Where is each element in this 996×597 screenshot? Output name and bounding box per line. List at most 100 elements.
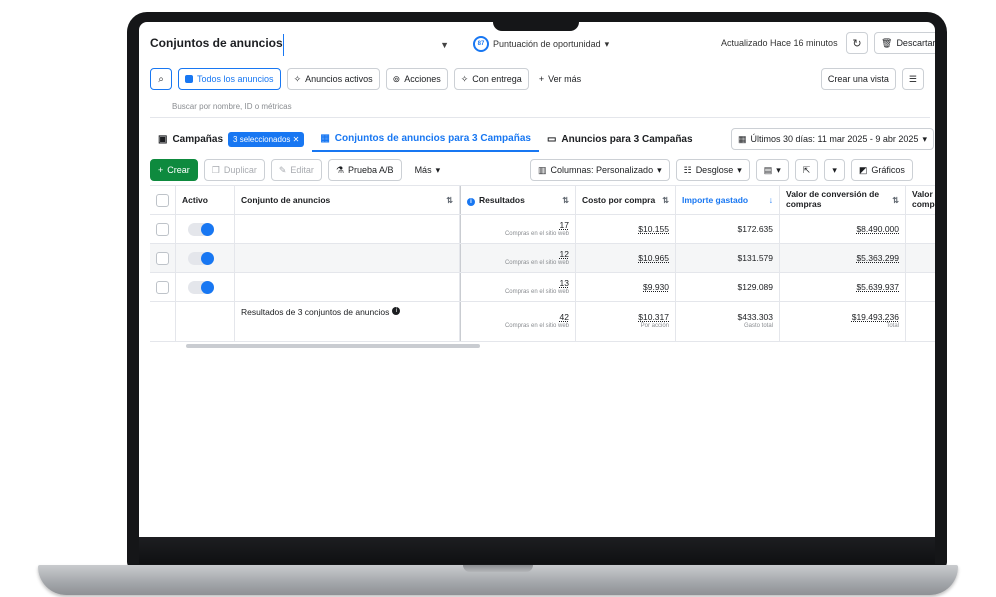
search-icon: ⌕ [158,73,164,85]
results-cell: 13 Compras en el sitio web [460,273,576,301]
sort-icon[interactable]: ⇅ [562,196,569,205]
close-icon[interactable]: ✕ [293,135,300,144]
header-spent-label: Importe gastado [682,195,749,205]
date-range-picker[interactable]: ▦ Últimos 30 días: 11 mar 2025 - 9 abr 2… [731,128,934,150]
charts-label: Gráficos [871,165,905,175]
summary-spacer [150,302,176,341]
breakdown-button[interactable]: ☷ Desglose ▾ [675,159,750,181]
columns-button[interactable]: ▥ Columnas: Personalizado ▾ [530,159,670,181]
filter-active-ads[interactable]: ✧ Anuncios activos [286,68,380,90]
tab-campaigns[interactable]: ▣ Campañas 3 seleccionados ✕ [150,126,312,152]
header-results[interactable]: i Resultados ⇅ [460,186,576,214]
spent-value: $172.635 [737,223,773,234]
search-button[interactable]: ⌕ [150,68,172,90]
filter-active-ads-label: Anuncios activos [305,74,373,84]
info-icon[interactable]: i [392,307,401,315]
sort-down-icon[interactable]: ↓ [769,195,773,205]
header-next-column[interactable]: Valor comp [906,186,935,214]
horizontal-scrollbar[interactable] [186,344,480,348]
edit-button[interactable]: ✎ Editar [270,159,322,181]
see-more-button[interactable]: + Ver más [535,74,585,84]
table-row[interactable]: 13 Compras en el sitio web $9.930 $129.08… [150,273,935,302]
results-value: 17 [559,219,569,230]
chevron-down-icon: ▾ [435,164,441,175]
duplicate-icon: ❐ [211,164,220,175]
filter-settings-button[interactable]: ☰ [901,68,924,90]
tab-adsets-label: Conjuntos de anuncios para 3 Campañas [334,132,531,144]
header-amount-spent[interactable]: Importe gastado ↓ [676,186,780,214]
adset-name[interactable] [235,244,460,272]
next-cell [906,215,935,243]
sliders-icon: ☰ [908,73,917,84]
summary-spacer [176,302,235,341]
filter-actions[interactable]: ⊚ Acciones [385,68,448,90]
value-value: $8.490.000 [856,223,899,234]
header-cost-per-purchase[interactable]: Costo por compra ⇅ [576,186,676,214]
campaign-dropdown[interactable]: ▼ [283,34,455,56]
camera-notch [493,12,579,31]
adset-name[interactable] [235,273,460,301]
sparkle-icon: ✧ [293,73,302,84]
chevron-down-icon: ▾ [657,164,662,175]
create-view-button[interactable]: Crear una vista [820,68,896,90]
row-checkbox[interactable] [150,244,176,272]
discard-button[interactable]: 🗑 Descartar [874,32,935,54]
table-header: Activo Conjunto de anuncios ⇅ i Resultado… [150,185,935,215]
charts-button[interactable]: ◩ Gráficos [850,159,913,181]
filter-bar: ⌕ Todos los anuncios ✧ Anuncios activos … [150,64,930,94]
summary-label: Resultados de 3 conjuntos de anuncios i [235,302,460,341]
ab-test-label: Prueba A/B [348,165,394,175]
selected-badge[interactable]: 3 seleccionados ✕ [228,131,305,147]
search-input[interactable]: Buscar por nombre, ID o métricas [150,96,930,118]
tab-adsets[interactable]: ▦ Conjuntos de anuncios para 3 Campañas [312,126,539,152]
row-checkbox[interactable] [150,273,176,301]
level-tabs: ▣ Campañas 3 seleccionados ✕ ▦ Conjuntos… [150,126,935,152]
sort-icon[interactable]: ⇅ [446,196,453,205]
date-range-label: Últimos 30 días: 11 mar 2025 - 9 abr 202… [750,134,919,144]
discard-label: Descartar [896,38,935,48]
sort-icon[interactable]: ⇅ [662,196,669,205]
opportunity-score[interactable]: 87 Puntuación de oportunidad ▾ [473,36,609,52]
create-button[interactable]: + Crear [150,159,198,181]
more-button[interactable]: Más ▾ [408,159,448,181]
select-all-checkbox[interactable] [150,186,176,214]
flask-icon: ⚗ [335,164,345,175]
refresh-button[interactable]: ↻ [846,32,868,54]
filter-all-ads-label: Todos los anuncios [197,74,274,84]
export-dropdown[interactable]: ▾ [824,159,845,181]
header-results-label: Resultados [479,194,525,205]
reports-button[interactable]: ▤ ▾ [755,159,789,181]
filter-with-delivery[interactable]: ✧ Con entrega [453,68,529,90]
ab-test-button[interactable]: ⚗ Prueba A/B [327,159,402,181]
calendar-icon: ▦ [738,133,747,144]
cost-cell: $10.155 [576,215,676,243]
summary-results: 42 Compras en el sitio web [460,302,576,341]
header-value-label: Valor de conversión de compras [786,189,880,209]
summary-row: Resultados de 3 conjuntos de anuncios i 4… [150,302,935,342]
adset-name[interactable] [235,215,460,243]
table-row[interactable]: 17 Compras en el sitio web $10.155 $172.6… [150,215,935,244]
breakdown-label: Desglose [695,165,734,175]
filter-all-ads[interactable]: Todos los anuncios [178,68,281,90]
tab-ads[interactable]: ▭ Anuncios para 3 Campañas [539,126,701,152]
spent-cell: $129.089 [676,273,780,301]
header-conversion-value[interactable]: Valor de conversión de compras ⇅ [780,186,906,214]
report-icon: ▤ [763,164,773,175]
value-cell: $5.363.299 [780,244,906,272]
results-sub: Compras en el sitio web [504,230,569,237]
adsets-table: Activo Conjunto de anuncios ⇅ i Resultado… [150,185,935,342]
active-toggle[interactable] [176,273,235,301]
duplicate-button[interactable]: ❐ Duplicar [203,159,265,181]
header-adset[interactable]: Conjunto de anuncios ⇅ [235,186,460,214]
export-button[interactable]: ⇱ [794,159,819,181]
header-cost-label: Costo por compra [582,195,656,205]
sort-icon[interactable]: ⇅ [892,196,899,205]
header-active[interactable]: Activo [176,186,235,214]
active-toggle[interactable] [176,244,235,272]
row-checkbox[interactable] [150,215,176,243]
laptop-base-notch [463,565,533,572]
active-toggle[interactable] [176,215,235,243]
spent-cell: $131.579 [676,244,780,272]
create-label: Crear [167,165,190,175]
table-row[interactable]: 12 Compras en el sitio web $10.965 $131.5… [150,244,935,273]
